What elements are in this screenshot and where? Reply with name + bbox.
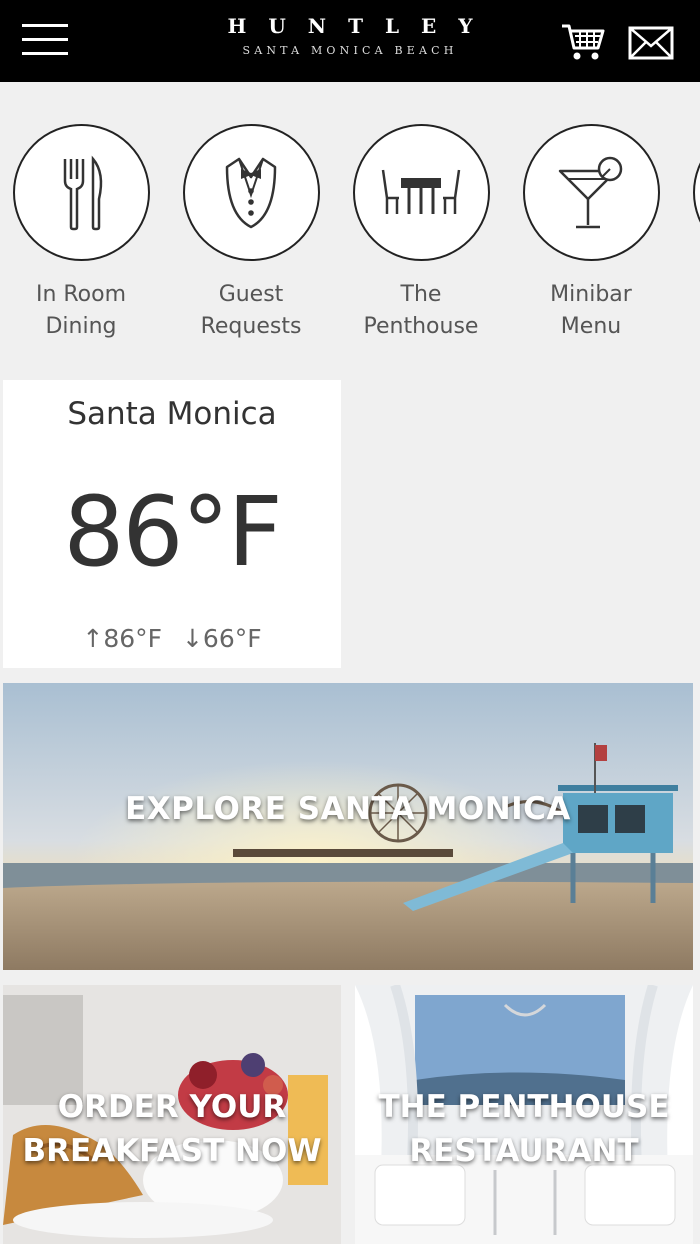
service-guest-requests[interactable]: Guest Requests (166, 124, 336, 343)
menu-icon[interactable] (22, 24, 68, 58)
hotel-logo[interactable]: HUNTLEY SANTA MONICA BEACH (200, 14, 500, 57)
dining-table-icon (381, 169, 461, 214)
service-minibar-menu[interactable]: Minibar Menu (506, 124, 676, 343)
top-nav-bar: HUNTLEY SANTA MONICA BEACH (0, 0, 700, 82)
service-the-penthouse[interactable]: The Penthouse (336, 124, 506, 343)
breakfast-label-line2: BREAKFAST NOW (22, 1133, 322, 1169)
service-label: Minibar (550, 282, 632, 307)
service-label: Dining (45, 314, 117, 339)
penthouse-restaurant-tile[interactable]: THE PENTHOUSE RESTAURANT (355, 985, 693, 1244)
cart-icon[interactable] (560, 22, 606, 62)
service-in-room-dining[interactable]: In Room Dining (0, 124, 166, 343)
quick-services-carousel[interactable]: In Room Dining Guest Requests The Pentho… (0, 124, 700, 354)
service-label: The (400, 282, 442, 307)
service-label: Penthouse (363, 314, 479, 339)
breakfast-label-line1: ORDER YOUR (57, 1089, 287, 1125)
butler-icon (225, 157, 277, 228)
mail-icon[interactable] (628, 26, 674, 60)
penthouse-label-line2: RESTAURANT (409, 1133, 639, 1169)
service-label: Menu (560, 314, 622, 339)
current-temperature: 86°F (63, 476, 282, 588)
explore-santa-monica-tile[interactable]: EXPLORE SANTA MONICA (3, 683, 693, 970)
logo-title: HUNTLEY (227, 14, 495, 38)
weather-city: Santa Monica (67, 396, 277, 432)
service-label: Guest (218, 282, 284, 307)
low-temperature: ↓66°F (181, 624, 262, 653)
temperature-range: ↑86°F ↓66°F (3, 624, 341, 653)
service-label: In Room (35, 282, 127, 307)
order-breakfast-tile[interactable]: ORDER YOUR BREAKFAST NOW (3, 985, 341, 1244)
service-label: Requests (200, 314, 302, 339)
breakfast-label: ORDER YOUR BREAKFAST NOW (3, 1085, 341, 1173)
penthouse-label-line1: THE PENTHOUSE (378, 1089, 670, 1125)
service-next-partial[interactable] (676, 124, 700, 261)
logo-subtitle: SANTA MONICA BEACH (242, 44, 458, 57)
fork-knife-icon (63, 155, 103, 230)
high-temperature: ↑86°F (82, 624, 163, 653)
weather-widget: Santa Monica 86°F ↑86°F ↓66°F (3, 380, 341, 668)
penthouse-label: THE PENTHOUSE RESTAURANT (355, 1085, 693, 1173)
cocktail-icon (558, 156, 623, 228)
explore-label: EXPLORE SANTA MONICA (125, 791, 571, 827)
